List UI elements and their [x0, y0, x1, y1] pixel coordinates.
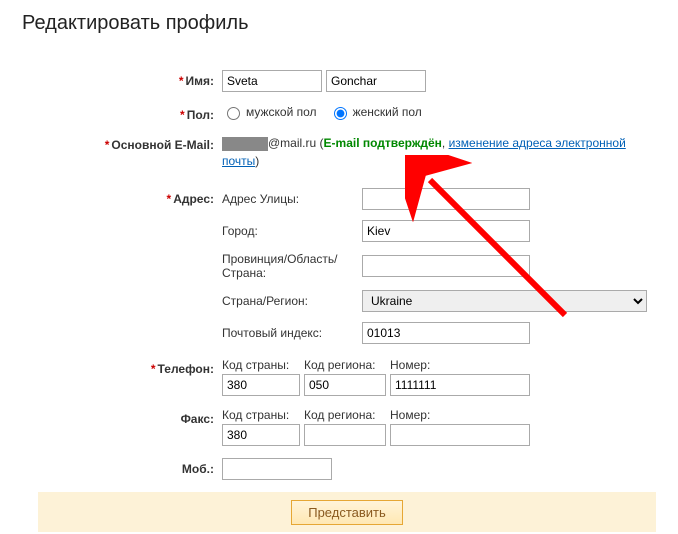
email-domain: @mail.ru	[268, 136, 316, 150]
province-label: Провинция/Область/ Страна:	[222, 252, 362, 280]
gender-female-radio[interactable]	[334, 107, 347, 120]
name-label: *Имя:	[22, 70, 222, 88]
email-label: *Основной E-Mail:	[22, 134, 222, 152]
gender-female-option[interactable]: женский пол	[329, 104, 422, 120]
phone-area-input[interactable]	[304, 374, 386, 396]
phone-label: *Телефон:	[22, 358, 222, 376]
fax-country-input[interactable]	[222, 424, 300, 446]
phone-number-label: Номер:	[390, 358, 530, 372]
mobile-input[interactable]	[222, 458, 332, 480]
province-input[interactable]	[362, 255, 530, 277]
email-verified-text: E-mail подтверждён	[324, 136, 442, 150]
fax-label: Факс:	[22, 408, 222, 426]
street-label: Адрес Улицы:	[222, 192, 362, 206]
submit-bar: Представить	[38, 492, 656, 532]
city-input[interactable]	[362, 220, 530, 242]
fax-country-label: Код страны:	[222, 408, 300, 422]
gender-male-option[interactable]: мужской пол	[222, 104, 317, 120]
first-name-input[interactable]	[222, 70, 322, 92]
last-name-input[interactable]	[326, 70, 426, 92]
street-input[interactable]	[362, 188, 530, 210]
city-label: Город:	[222, 224, 362, 238]
mobile-label: Моб.:	[22, 458, 222, 476]
phone-country-label: Код страны:	[222, 358, 300, 372]
submit-button[interactable]: Представить	[291, 500, 403, 525]
zip-label: Почтовый индекс:	[222, 326, 362, 340]
fax-area-input[interactable]	[304, 424, 386, 446]
gender-female-text: женский пол	[353, 105, 422, 119]
gender-male-text: мужской пол	[246, 105, 317, 119]
gender-male-radio[interactable]	[227, 107, 240, 120]
zip-input[interactable]	[362, 322, 530, 344]
page-title: Редактировать профиль	[22, 12, 656, 35]
fax-area-label: Код региона:	[304, 408, 386, 422]
country-select[interactable]: Ukraine	[362, 290, 647, 312]
country-label: Страна/Регион:	[222, 294, 362, 308]
phone-number-input[interactable]	[390, 374, 530, 396]
fax-number-input[interactable]	[390, 424, 530, 446]
phone-area-label: Код региона:	[304, 358, 386, 372]
gender-label: *Пол:	[22, 104, 222, 122]
fax-number-label: Номер:	[390, 408, 530, 422]
email-masked	[222, 137, 268, 151]
phone-country-input[interactable]	[222, 374, 300, 396]
address-label: *Адрес:	[22, 188, 222, 206]
